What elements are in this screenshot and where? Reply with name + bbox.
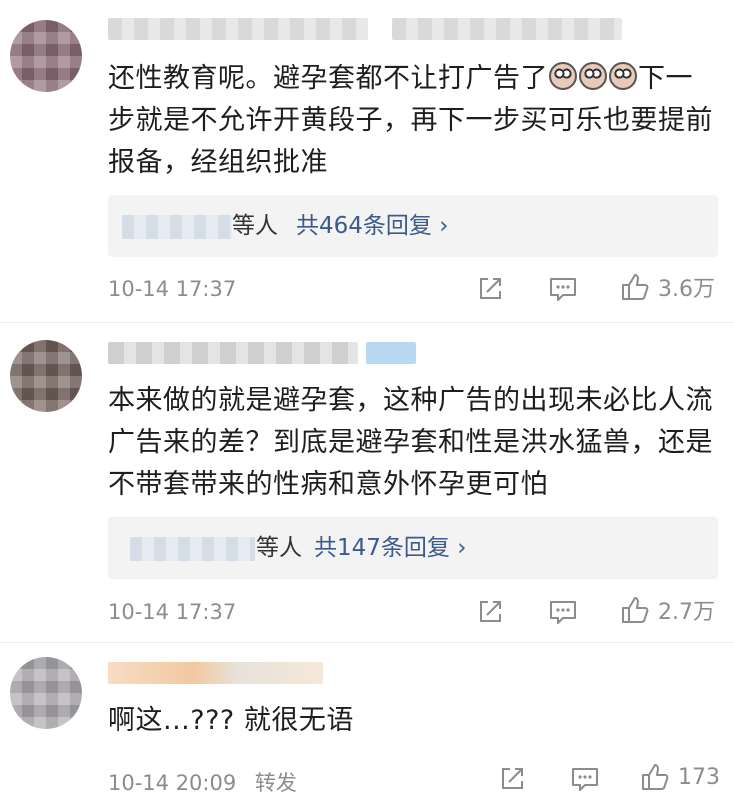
share-button[interactable] — [476, 275, 504, 303]
user-badge-blurred — [366, 342, 416, 364]
screaming-face-emoji — [579, 62, 607, 90]
reply-preview[interactable]: 等人 共464条回复 › — [108, 195, 718, 257]
comment-button[interactable] — [548, 598, 578, 626]
like-count: 2.7万 — [658, 600, 715, 625]
comment-icon — [572, 768, 598, 791]
avatar[interactable] — [10, 20, 82, 92]
share-icon — [480, 601, 501, 622]
like-icon — [642, 764, 669, 790]
timestamp: 10-14 20:09 — [108, 771, 237, 795]
reply-who-label: 等人 — [232, 213, 278, 239]
reply-preview[interactable]: 等人 共147条回复 › — [108, 517, 718, 579]
comment-text: 啊这...??? 就很无语 — [108, 705, 354, 736]
reply-who-label: 等人 — [256, 535, 302, 561]
like-button[interactable]: 173 — [640, 763, 720, 791]
share-button[interactable] — [498, 765, 526, 793]
timestamp: 10-14 17:37 — [108, 600, 237, 624]
reply-count-link[interactable]: 共464条回复 › — [296, 195, 448, 257]
comment-icon — [550, 278, 576, 301]
comment-meta: 10-14 17:37 — [108, 600, 248, 624]
replier-names-blurred — [130, 537, 255, 561]
username-blurred[interactable] — [108, 662, 323, 684]
username-blurred[interactable] — [108, 18, 368, 40]
screaming-face-emoji — [609, 62, 637, 90]
like-icon — [622, 274, 649, 300]
comment-meta: 10-14 20:09 转发 — [108, 767, 309, 797]
comment-meta: 10-14 17:37 — [108, 277, 248, 301]
like-count: 3.6万 — [658, 277, 715, 302]
user-badge-blurred — [392, 18, 622, 40]
username-blurred[interactable] — [108, 342, 358, 364]
comment-button[interactable] — [548, 275, 578, 303]
avatar[interactable] — [10, 340, 82, 412]
share-icon — [480, 278, 501, 299]
like-icon — [622, 597, 649, 623]
reply-count-link[interactable]: 共147条回复 › — [314, 517, 466, 579]
like-button[interactable]: 3.6万 — [620, 273, 715, 302]
comment-button[interactable] — [570, 765, 600, 793]
forward-link[interactable]: 转发 — [255, 771, 297, 795]
like-button[interactable]: 2.7万 — [620, 596, 715, 625]
replier-names-blurred — [122, 215, 232, 239]
like-count: 173 — [678, 764, 720, 790]
timestamp: 10-14 17:37 — [108, 277, 237, 301]
divider — [0, 322, 734, 323]
comment-icon — [550, 601, 576, 624]
avatar[interactable] — [10, 657, 82, 729]
screaming-face-emoji — [549, 62, 577, 90]
comment-text: 还性教育呢。避孕套都不让打广告了 下一步就是不允许开黄段子，再下一步买可乐也要提前… — [108, 62, 713, 178]
comment-text: 本来做的就是避孕套，这种广告的出现未必比人流广告来的差？到底是避孕套和性是洪水猛… — [108, 385, 713, 500]
share-button[interactable] — [476, 598, 504, 626]
share-icon — [502, 768, 523, 789]
divider — [0, 642, 734, 643]
